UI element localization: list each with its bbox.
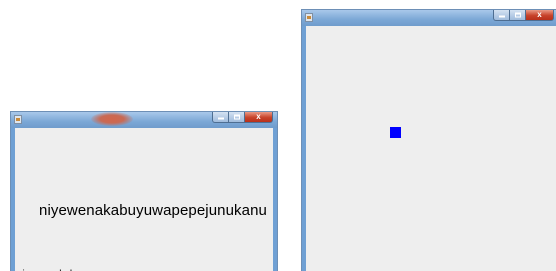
right-window-titlebar[interactable]: x — [302, 10, 556, 26]
desktop: x niyewenakabuyuwapepejunukanu niyewenak… — [0, 0, 556, 271]
java-cup-icon[interactable] — [305, 13, 313, 22]
minimize-icon — [218, 115, 224, 120]
close-button[interactable]: x — [245, 112, 273, 123]
minimize-button[interactable] — [493, 10, 510, 21]
left-window-titlebar[interactable]: x — [11, 112, 277, 128]
left-caption-buttons: x — [212, 112, 273, 123]
right-window-content — [306, 26, 556, 271]
maximize-icon — [234, 115, 240, 120]
close-icon: x — [256, 112, 261, 121]
blue-square — [390, 127, 401, 138]
maximize-button[interactable] — [510, 10, 526, 21]
minimize-icon — [499, 13, 505, 18]
left-window: x niyewenakabuyuwapepejunukanu niyewenak… — [10, 111, 278, 271]
left-window-content: niyewenakabuyuwapepejunukanu niyewenakab… — [15, 128, 273, 271]
java-cup-icon[interactable] — [14, 115, 22, 124]
right-caption-buttons: x — [493, 10, 554, 21]
right-window: x — [301, 9, 556, 271]
maximize-icon — [515, 13, 521, 18]
close-button[interactable]: x — [526, 10, 554, 21]
maximize-button[interactable] — [229, 112, 245, 123]
title-glow — [91, 112, 133, 126]
main-label: niyewenakabuyuwapepejunukanu — [39, 202, 267, 219]
minimize-button[interactable] — [212, 112, 229, 123]
close-icon: x — [537, 10, 542, 19]
